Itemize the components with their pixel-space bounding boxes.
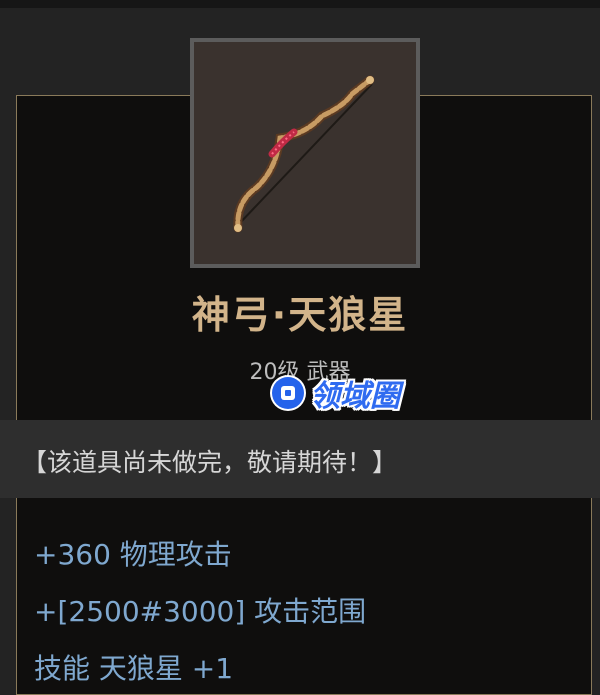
watermark-text: 领域圈 [310,379,400,414]
item-icon-frame [190,38,420,268]
watermark: 领域圈 [272,375,400,414]
stat-line-attack: +360 物理攻击 [34,538,232,571]
stat-line-skill: 技能 天狼星 +1 [34,652,234,685]
bow-icon [233,75,375,233]
notice-text: 【该道具尚未做完，敬请期待！】 [22,448,398,477]
watermark-logo-icon [272,377,304,409]
stat-line-range: +[2500#3000] 攻击范围 [34,595,367,628]
item-name: 神弓·天狼星 [191,293,409,337]
top-strip [0,0,600,8]
notice-bar: 【该道具尚未做完，敬请期待！】 [0,420,600,498]
